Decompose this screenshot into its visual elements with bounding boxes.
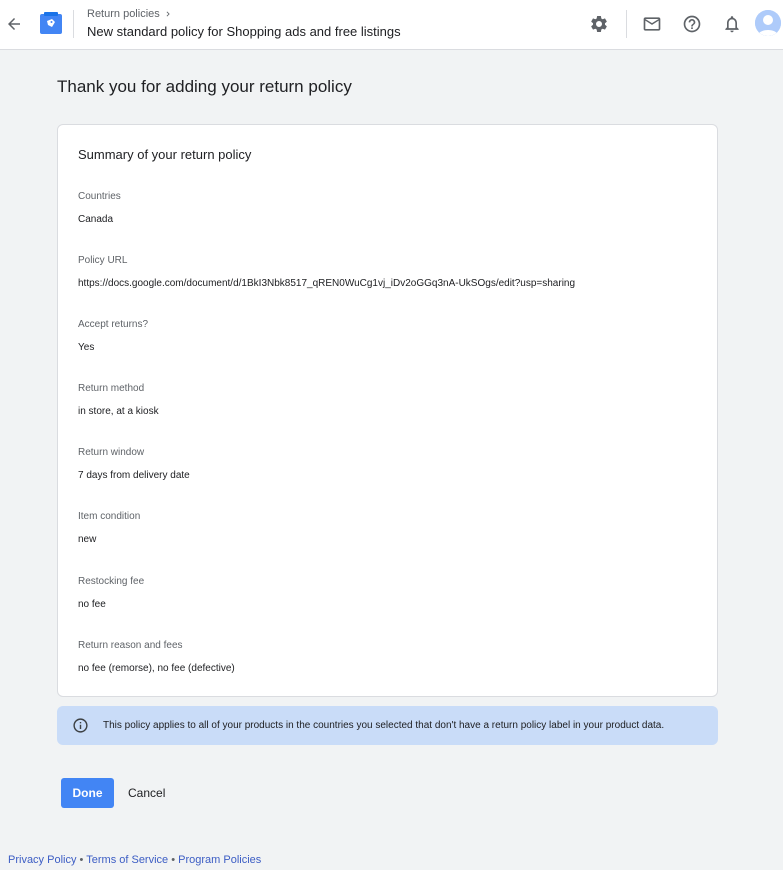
countries-value: Canada (78, 214, 114, 225)
info-banner-text: This policy applies to all of your produ… (103, 720, 665, 731)
item-condition-value: new (78, 534, 97, 545)
header-divider-right (626, 10, 627, 38)
back-arrow-icon[interactable] (3, 13, 25, 35)
breadcrumb[interactable]: Return policies (87, 8, 173, 20)
app-logo-icon (40, 12, 62, 34)
chevron-right-icon (166, 11, 170, 17)
return-reason-fees-label: Return reason and fees (78, 640, 183, 651)
terms-of-service-link[interactable]: Terms of Service (86, 854, 168, 866)
return-method-value: in store, at a kiosk (78, 406, 159, 417)
gear-icon[interactable] (588, 13, 610, 35)
page-title: New standard policy for Shopping ads and… (87, 24, 401, 39)
avatar[interactable] (755, 10, 781, 36)
breadcrumb-return-policies[interactable]: Return policies (87, 8, 160, 20)
return-method-label: Return method (78, 383, 145, 394)
top-app-bar: Return policies New standard policy for … (0, 0, 783, 50)
header-divider (73, 10, 74, 38)
footer-links: Privacy Policy • Terms of Service • Prog… (8, 854, 261, 866)
countries-label: Countries (78, 191, 121, 202)
cancel-button[interactable]: Cancel (124, 778, 169, 808)
help-icon[interactable] (681, 13, 703, 35)
accept-returns-label: Accept returns? (78, 319, 149, 330)
bell-icon[interactable] (721, 13, 743, 35)
mail-icon[interactable] (641, 13, 663, 35)
restocking-fee-value: no fee (78, 599, 106, 610)
thank-you-heading: Thank you for adding your return policy (57, 77, 352, 96)
item-condition-label: Item condition (78, 511, 141, 522)
info-icon (72, 717, 89, 734)
policy-url-label: Policy URL (78, 255, 128, 266)
return-reason-fees-value: no fee (remorse), no fee (defective) (78, 663, 235, 674)
privacy-policy-link[interactable]: Privacy Policy (8, 854, 76, 866)
return-window-label: Return window (78, 447, 145, 458)
accept-returns-value: Yes (78, 342, 95, 353)
summary-card: Summary of your return policy Countries … (57, 124, 718, 697)
footer-separator: • (171, 854, 176, 866)
restocking-fee-label: Restocking fee (78, 576, 145, 587)
program-policies-link[interactable]: Program Policies (178, 854, 261, 866)
done-button[interactable]: Done (61, 778, 114, 808)
info-banner: This policy applies to all of your produ… (57, 706, 718, 745)
footer-separator: • (79, 854, 84, 866)
policy-url-value: https://docs.google.com/document/d/1BkI3… (78, 278, 576, 289)
summary-card-title: Summary of your return policy (78, 147, 252, 162)
return-window-value: 7 days from delivery date (78, 470, 190, 481)
